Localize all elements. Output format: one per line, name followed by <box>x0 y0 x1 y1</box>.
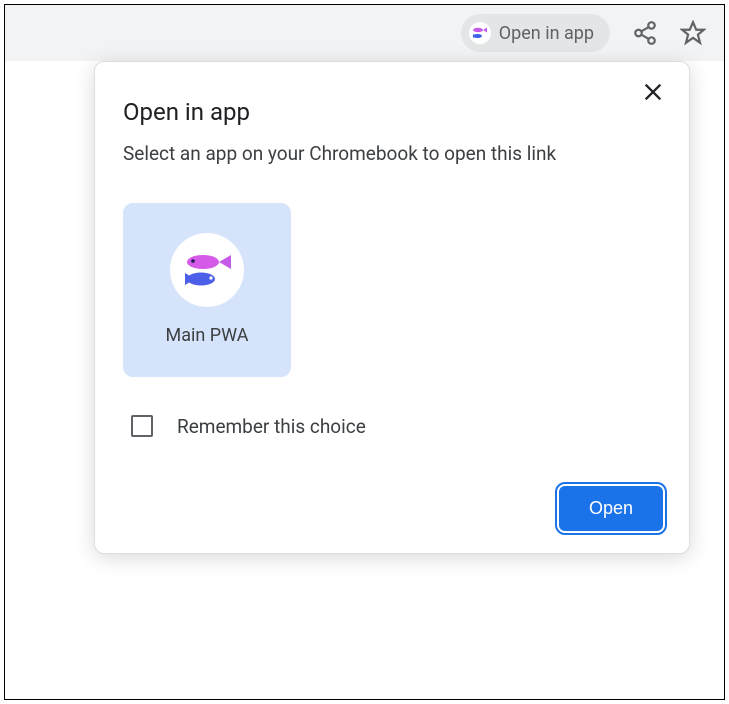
share-icon[interactable] <box>632 20 658 46</box>
open-button[interactable]: Open <box>559 486 663 531</box>
remember-checkbox[interactable] <box>131 415 153 437</box>
app-fish-icon <box>469 22 491 44</box>
open-in-app-chip[interactable]: Open in app <box>461 14 610 52</box>
dialog-subtitle: Select an app on your Chromebook to open… <box>123 140 643 169</box>
remember-choice-row: Remember this choice <box>131 415 663 438</box>
close-icon <box>642 81 664 103</box>
dialog-actions: Open <box>123 486 663 531</box>
app-tile-main-pwa[interactable]: Main PWA <box>123 203 291 377</box>
app-fish-icon <box>170 233 244 307</box>
dialog-title: Open in app <box>123 98 663 126</box>
open-in-app-dialog: Open in app Select an app on your Chrome… <box>94 61 690 554</box>
browser-toolbar: Open in app <box>5 5 724 61</box>
close-button[interactable] <box>639 78 667 106</box>
chip-label: Open in app <box>499 23 594 44</box>
bookmark-star-icon[interactable] <box>680 20 706 46</box>
remember-label: Remember this choice <box>177 415 366 438</box>
app-tile-label: Main PWA <box>166 325 249 346</box>
